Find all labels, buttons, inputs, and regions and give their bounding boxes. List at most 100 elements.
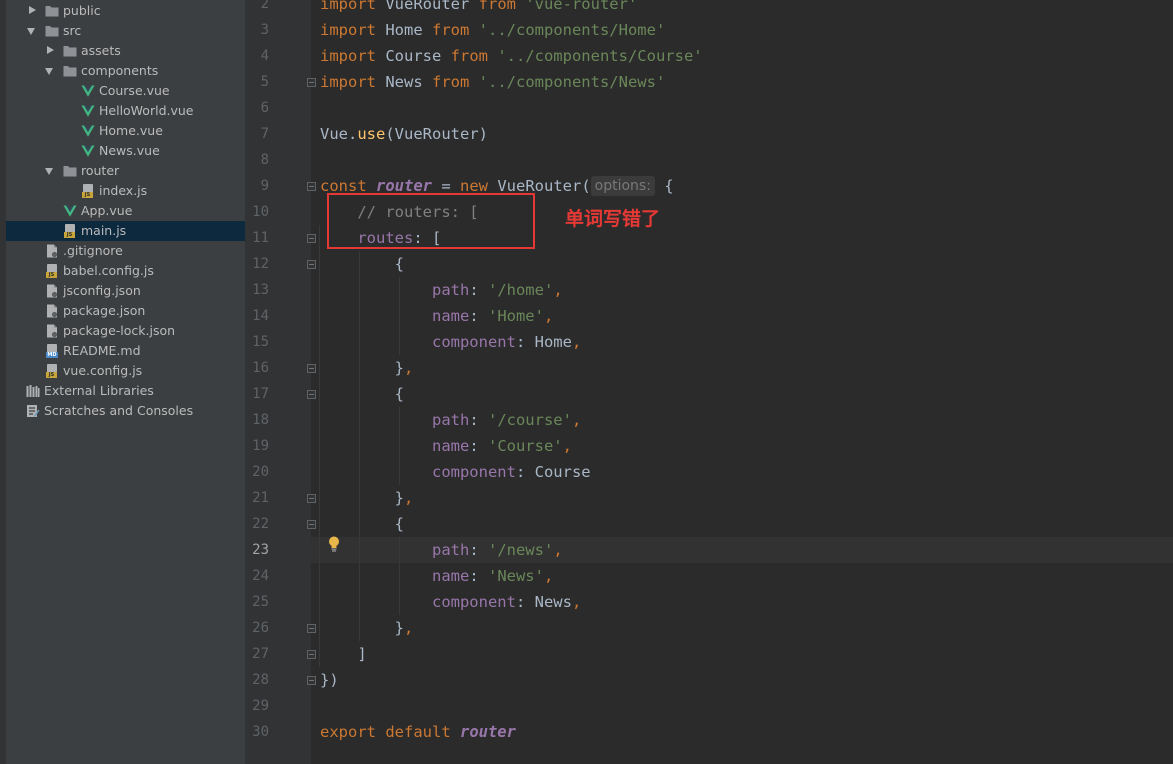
code-token: '/course'	[487, 411, 572, 429]
tree-item-jsconfig-json[interactable]: jsconfig.json	[6, 281, 245, 301]
code-line[interactable]: },	[320, 615, 414, 641]
code-line[interactable]: import News from '../components/News'	[320, 69, 665, 95]
indent-guide	[359, 251, 360, 641]
code-token: from	[450, 47, 488, 65]
expand-arrow-right-icon[interactable]	[29, 6, 36, 14]
code-line[interactable]: {	[320, 251, 404, 277]
tree-item-home-vue[interactable]: Home.vue	[6, 121, 245, 141]
tree-item-news-vue[interactable]: News.vue	[6, 141, 245, 161]
code-token: 'News'	[487, 567, 544, 585]
code-token: :	[469, 567, 488, 585]
code-token: path	[431, 541, 470, 559]
code-line[interactable]: Vue.use(VueRouter)	[320, 121, 488, 147]
code-line[interactable]: import Course from '../components/Course…	[320, 43, 703, 69]
line-number: 14	[252, 308, 269, 324]
folder-icon	[63, 44, 77, 58]
intention-bulb-icon[interactable]	[327, 535, 341, 553]
code-line[interactable]: name: 'News',	[320, 563, 553, 589]
code-line[interactable]: path: '/news',	[320, 537, 563, 563]
code-token: from	[432, 21, 470, 39]
line-number: 21	[252, 490, 269, 506]
project-tree-panel: public src assets components Course.vue Hello…	[0, 0, 245, 764]
code-line[interactable]: export default router	[320, 719, 516, 745]
code-token: ,	[571, 411, 582, 429]
folder-icon	[45, 4, 59, 18]
code-line[interactable]: name: 'Home',	[320, 303, 553, 329]
tree-item-label: assets	[81, 43, 121, 58]
code-editor[interactable]: import VueRouter from 'vue-router' import…	[311, 0, 1173, 764]
line-number: 8	[260, 152, 269, 168]
tree-item-course-vue[interactable]: Course.vue	[6, 81, 245, 101]
code-line[interactable]: {	[320, 511, 404, 537]
annotation-highlight-box	[327, 193, 535, 249]
tree-item-external-libraries[interactable]: External Libraries	[6, 381, 245, 401]
tree-item-components[interactable]: components	[6, 61, 245, 81]
tree-item-assets[interactable]: assets	[6, 41, 245, 61]
line-number: 30	[252, 724, 269, 740]
expand-arrow-down-icon[interactable]	[45, 168, 53, 175]
code-token: '/home'	[487, 281, 554, 299]
code-token: Course	[376, 47, 451, 65]
tree-item-package-lock-json[interactable]: package-lock.json	[6, 321, 245, 341]
code-line[interactable]: name: 'Course',	[320, 433, 572, 459]
code-line[interactable]: import Home from '../components/Home'	[320, 17, 665, 43]
tree-item-label: router	[81, 163, 120, 178]
code-line[interactable]: import VueRouter from 'vue-router'	[320, 0, 637, 17]
generic-file-icon	[45, 244, 59, 258]
code-token: : Home	[515, 333, 572, 351]
js-file-icon: JS	[81, 184, 95, 198]
tree-item-readme-md[interactable]: MD README.md	[6, 341, 245, 361]
line-number: 2	[260, 0, 269, 12]
code-line[interactable]: path: '/home',	[320, 277, 563, 303]
code-line[interactable]: },	[320, 355, 414, 381]
code-token: 'vue-router'	[515, 0, 638, 13]
expand-arrow-down-icon[interactable]	[27, 28, 35, 35]
tree-item-scratches-and-consoles[interactable]: Scratches and Consoles	[6, 401, 245, 421]
line-number: 23	[252, 542, 269, 558]
tree-item-src[interactable]: src	[6, 21, 245, 41]
tree-item-label: Course.vue	[99, 83, 170, 98]
tree-item-label: index.js	[99, 183, 148, 198]
code-token: component	[431, 463, 516, 481]
tree-item-label: HelloWorld.vue	[99, 103, 194, 118]
code-token: {	[654, 177, 674, 195]
expand-arrow-down-icon[interactable]	[45, 68, 53, 75]
tree-item-label: Scratches and Consoles	[44, 403, 194, 418]
tree-item-public[interactable]: public	[6, 1, 245, 21]
code-line[interactable]: },	[320, 485, 414, 511]
code-line[interactable]: {	[320, 381, 404, 407]
code-token: ,	[553, 541, 563, 559]
expand-arrow-right-icon[interactable]	[47, 46, 54, 54]
tree-item-babel-config-js[interactable]: JS babel.config.js	[6, 261, 245, 281]
code-line[interactable]: component: Course	[320, 459, 591, 485]
code-token: import	[320, 73, 376, 91]
vue-file-icon	[63, 204, 77, 218]
tree-item-package-json[interactable]: package.json	[6, 301, 245, 321]
code-token: ,	[553, 281, 563, 299]
line-number: 15	[252, 334, 269, 350]
tree-item-vue-config-js[interactable]: JS vue.config.js	[6, 361, 245, 381]
tree-item-main-js[interactable]: JS main.js	[6, 221, 245, 241]
code-token: ,	[571, 333, 582, 351]
tree-item-label: Home.vue	[99, 123, 163, 138]
tree-item-label: main.js	[81, 223, 127, 238]
tree-item-router[interactable]: router	[6, 161, 245, 181]
code-token: path	[431, 411, 470, 429]
tree-item-index-js[interactable]: JS index.js	[6, 181, 245, 201]
code-token: ,	[404, 489, 414, 507]
code-line[interactable]: })	[320, 667, 339, 693]
code-token: {	[320, 515, 404, 533]
code-line[interactable]: ]	[320, 641, 366, 667]
tree-item-app-vue[interactable]: App.vue	[6, 201, 245, 221]
tree-item-gitignore[interactable]: .gitignore	[6, 241, 245, 261]
code-token: :	[469, 307, 488, 325]
tree-item-helloworld-vue[interactable]: HelloWorld.vue	[6, 101, 245, 121]
tree-item-label: jsconfig.json	[63, 283, 141, 298]
generic-file-icon	[45, 284, 59, 298]
code-token: {	[320, 385, 404, 403]
line-number: 25	[252, 594, 269, 610]
tree-item-label: package-lock.json	[63, 323, 176, 338]
markdown-file-icon: MD	[45, 344, 59, 358]
